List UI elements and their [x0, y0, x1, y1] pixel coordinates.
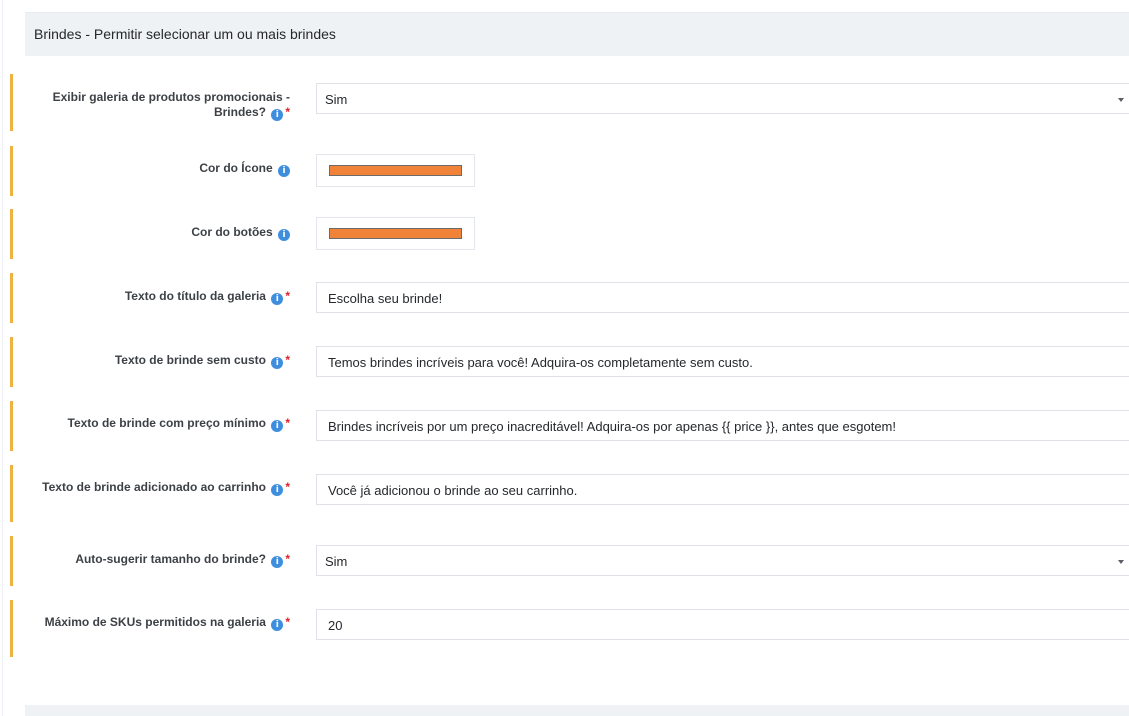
min-price-gift-text-label-text: Texto de brinde com preço mínimo — [67, 416, 266, 430]
info-icon[interactable]: i — [271, 420, 284, 432]
show-gallery-value: Sim — [325, 92, 348, 107]
info-icon[interactable]: i — [271, 556, 284, 568]
chevron-down-icon — [1118, 98, 1124, 102]
auto-suggest-size-select[interactable]: Sim — [316, 545, 1129, 576]
buttons-color-label: Cor do botões i — [30, 225, 290, 241]
row-accent-bar — [10, 465, 13, 522]
row-accent-bar — [10, 146, 13, 196]
required-mark: * — [285, 353, 290, 367]
gift-added-text-input[interactable]: Você já adicionou o brinde ao seu carrin… — [316, 474, 1129, 505]
info-icon[interactable]: i — [271, 619, 284, 631]
row-accent-bar — [10, 273, 13, 323]
buttons-color-swatch — [329, 228, 462, 239]
section-header: Brindes - Permitir selecionar um ou mais… — [25, 12, 1129, 56]
form-row-free-gift-text: Texto de brinde sem custo i * Temos brind… — [10, 337, 1129, 387]
free-gift-text-input[interactable]: Temos brindes incríveis para você! Adqui… — [316, 346, 1129, 377]
buttons-color-label-text: Cor do botões — [191, 225, 273, 239]
min-price-gift-text-input[interactable]: Brindes incríveis por um preço inacredit… — [316, 410, 1129, 441]
required-mark: * — [285, 289, 290, 303]
form-row-buttons-color: Cor do botões i — [10, 209, 1129, 259]
gift-added-text-label: Texto de brinde adicionado ao carrinho i… — [30, 480, 290, 496]
section-title: Brindes - Permitir selecionar um ou mais… — [34, 26, 336, 42]
icon-color-label: Cor do Ícone i — [30, 161, 290, 177]
required-mark: * — [285, 105, 290, 119]
max-skus-input[interactable]: 20 — [316, 609, 1129, 640]
min-price-gift-text-label: Texto de brinde com preço mínimo i * — [30, 416, 290, 432]
icon-color-label-text: Cor do Ícone — [199, 161, 273, 175]
auto-suggest-size-label: Auto-sugerir tamanho do brinde? i * — [30, 552, 290, 568]
row-accent-bar — [10, 74, 13, 131]
row-accent-bar — [10, 337, 13, 387]
gallery-title-input[interactable]: Escolha seu brinde! — [316, 282, 1129, 313]
required-mark: * — [285, 615, 290, 629]
left-border — [2, 0, 3, 716]
chevron-down-icon — [1118, 560, 1124, 564]
max-skus-value: 20 — [328, 618, 343, 633]
required-mark: * — [285, 416, 290, 430]
required-mark: * — [285, 480, 290, 494]
settings-page: Brindes - Permitir selecionar um ou mais… — [0, 0, 1129, 716]
row-accent-bar — [10, 209, 13, 259]
gallery-title-label-text: Texto do título da galeria — [124, 289, 266, 303]
info-icon[interactable]: i — [278, 165, 290, 177]
free-gift-text-label-text: Texto de brinde sem custo — [114, 353, 266, 367]
info-icon[interactable]: i — [271, 109, 284, 121]
gift-added-text-value: Você já adicionou o brinde ao seu carrin… — [328, 483, 578, 498]
free-gift-text-label: Texto de brinde sem custo i * — [30, 353, 290, 369]
gallery-title-label: Texto do título da galeria i * — [30, 289, 290, 305]
info-icon[interactable]: i — [271, 293, 284, 305]
form-row-gift-added-text: Texto de brinde adicionado ao carrinho i… — [10, 465, 1129, 522]
form-row-show-gallery: Exibir galeria de produtos promocionais … — [10, 74, 1129, 131]
show-gallery-label: Exibir galeria de produtos promocionais … — [30, 90, 290, 121]
form-row-gallery-title: Texto do título da galeria i * Escolha se… — [10, 273, 1129, 323]
info-icon[interactable]: i — [278, 229, 290, 241]
buttons-color-picker[interactable] — [316, 217, 475, 250]
gallery-title-value: Escolha seu brinde! — [328, 291, 443, 306]
show-gallery-select[interactable]: Sim — [316, 83, 1129, 114]
max-skus-label: Máximo de SKUs permitidos na galeria i * — [30, 615, 290, 631]
form-row-auto-suggest-size: Auto-sugerir tamanho do brinde? i * Sim — [10, 536, 1129, 586]
form-row-min-price-gift-text: Texto de brinde com preço mínimo i * Brin… — [10, 401, 1129, 451]
row-accent-bar — [10, 401, 13, 451]
icon-color-picker[interactable] — [316, 154, 475, 187]
info-icon[interactable]: i — [271, 484, 284, 496]
min-price-gift-text-value: Brindes incríveis por um preço inacredit… — [328, 419, 896, 434]
next-section-header — [25, 705, 1129, 716]
auto-suggest-size-value: Sim — [325, 554, 348, 569]
row-accent-bar — [10, 536, 13, 586]
show-gallery-label-text: Exibir galeria de produtos promocionais … — [52, 90, 290, 119]
icon-color-swatch — [329, 165, 462, 176]
auto-suggest-size-label-text: Auto-sugerir tamanho do brinde? — [75, 552, 266, 566]
max-skus-label-text: Máximo de SKUs permitidos na galeria — [44, 615, 266, 629]
required-mark: * — [285, 552, 290, 566]
form-row-icon-color: Cor do Ícone i — [10, 146, 1129, 196]
info-icon[interactable]: i — [271, 357, 284, 369]
form-row-max-skus: Máximo de SKUs permitidos na galeria i * … — [10, 600, 1129, 657]
free-gift-text-value: Temos brindes incríveis para você! Adqui… — [328, 355, 753, 370]
row-accent-bar — [10, 600, 13, 657]
gift-added-text-label-text: Texto de brinde adicionado ao carrinho — [42, 480, 266, 494]
